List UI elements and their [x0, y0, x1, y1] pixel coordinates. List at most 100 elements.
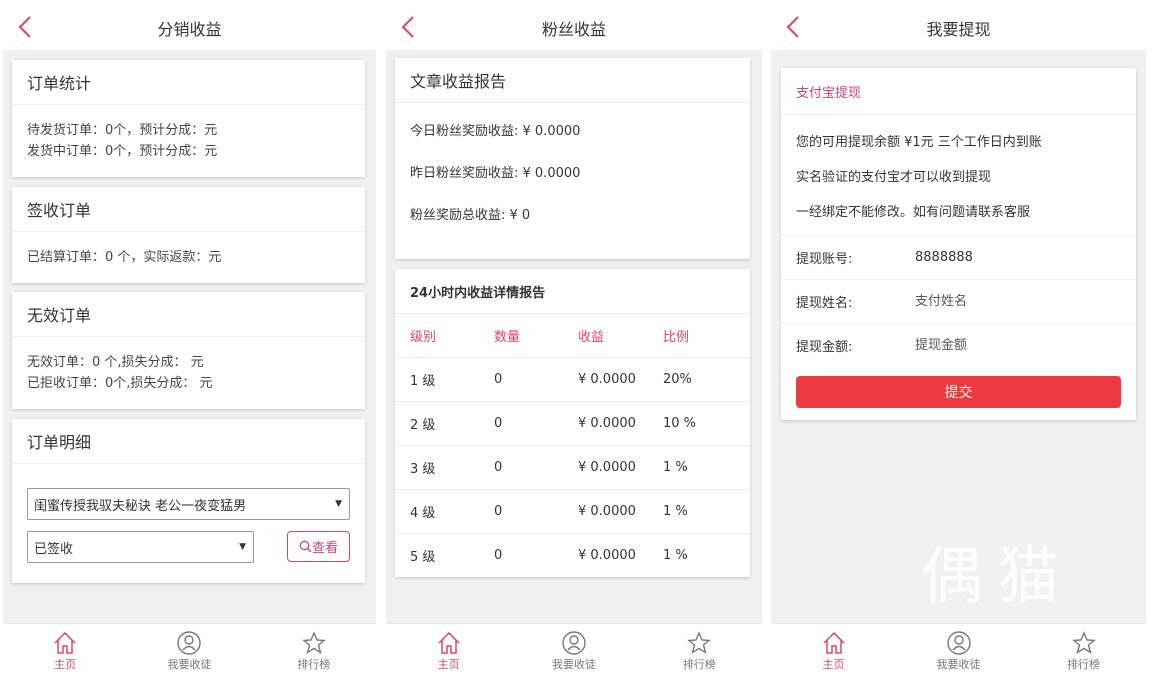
tab-home[interactable]: 主页 [386, 624, 511, 673]
col-level-header: 级别 [395, 313, 479, 358]
tab-home[interactable]: 主页 [3, 624, 127, 673]
table-row: 4 级 0 ¥ 0.0000 1 % [395, 489, 750, 534]
invalid-orders-text: 无效订单：0 个,损失分成： 元 [27, 355, 204, 370]
star-icon [687, 631, 712, 655]
article-report-card: 文章收益报告 今日粉丝奖励收益: ¥ 0.0000 昨日粉丝奖励收益: ¥ 0.… [395, 58, 750, 259]
ratio-cell: 1 % [648, 489, 750, 534]
tab-home-label: 主页 [437, 658, 460, 671]
status-select-value: 已签收 [34, 541, 74, 557]
signed-orders-title: 签收订单 [12, 187, 365, 232]
signed-orders-card: 签收订单 已结算订单：0 个，实际返款：元 [12, 187, 365, 283]
user-circle-icon [562, 631, 586, 655]
back-chevron-left-icon[interactable] [783, 15, 805, 39]
tab-bar: 主页 我要收徒 排行榜 [3, 623, 376, 673]
view-button[interactable]: 查看 [287, 531, 350, 562]
tab-ranking-label: 排行榜 [682, 658, 716, 671]
pending-orders-text: 待发货订单：0个，预计分成：元 [27, 123, 218, 138]
invalid-orders-title: 无效订单 [12, 292, 365, 337]
income-cell: ¥ 0.0000 [563, 401, 648, 446]
yesterday-income-text: 昨日粉丝奖励收益: ¥ 0.0000 [410, 166, 581, 181]
col-ratio-header: 比例 [648, 313, 750, 358]
settled-orders-text: 已结算订单：0 个，实际返款：元 [27, 250, 222, 265]
shipping-orders-text: 发货中订单：0个，预计分成：元 [27, 144, 218, 159]
order-stats-card: 订单统计 待发货订单：0个，预计分成：元 发货中订单：0个，预计分成：元 [12, 60, 365, 177]
income-cell: ¥ 0.0000 [563, 357, 648, 402]
account-row: 提现账号: 8888888 [781, 235, 1136, 279]
binding-info-text: 一经绑定不能修改。如有问题请联系客服 [796, 205, 1031, 220]
tab-disciples[interactable]: 我要收徒 [511, 624, 636, 673]
order-stats-title: 订单统计 [12, 60, 365, 105]
fans-income-screen: 粉丝收益 文章收益报告 今日粉丝奖励收益: ¥ 0.0000 昨日粉丝奖励收益:… [386, 5, 762, 673]
income-cell: ¥ 0.0000 [563, 445, 648, 490]
search-icon [299, 540, 312, 553]
account-label: 提现账号: [796, 252, 853, 267]
level-cell: 4 级 [395, 489, 479, 534]
order-stats-body: 待发货订单：0个，预计分成：元 发货中订单：0个，预计分成：元 [12, 105, 365, 162]
count-cell: 0 [479, 489, 563, 534]
tab-home-label: 主页 [822, 658, 845, 671]
table-row: 1 级 0 ¥ 0.0000 20% [395, 357, 750, 402]
home-icon [822, 631, 845, 654]
invalid-orders-card: 无效订单 无效订单：0 个,损失分成： 元 已拒收订单：0个,损失分成： 元 [12, 292, 365, 409]
table-header-row: 级别 数量 收益 比例 [395, 313, 750, 358]
status-select[interactable]: 已签收 ▼ [27, 531, 254, 563]
distribution-screen: 分销收益 订单统计 待发货订单：0个，预计分成：元 发货中订单：0个，预计分成：… [3, 5, 376, 673]
withdraw-screen: 我要提现 支付宝提现 您的可用提现余额 ¥1元 三个工作日内到账 实名验证的支付… [771, 5, 1146, 673]
user-circle-icon [946, 631, 971, 655]
ratio-cell: 10 % [648, 401, 750, 446]
table-row: 2 级 0 ¥ 0.0000 10 % [395, 401, 750, 446]
count-cell: 0 [479, 533, 563, 578]
detail-report-card: 24小时内收益详情报告 级别 数量 收益 比例 1 级 0 ¥ 0.0000 2… [395, 269, 750, 578]
amount-input[interactable] [915, 338, 1095, 353]
account-value: 8888888 [915, 250, 973, 265]
name-row: 提现姓名: [781, 279, 1136, 323]
total-income-text: 粉丝奖励总收益: ¥ 0 [410, 208, 531, 223]
product-select-value: 闺蜜传授我驭夫秘诀 老公一夜变猛男 [34, 498, 247, 514]
tab-disciples[interactable]: 我要收徒 [127, 624, 251, 673]
table-row: 3 级 0 ¥ 0.0000 1 % [395, 445, 750, 490]
home-icon [438, 631, 460, 654]
back-chevron-left-icon[interactable] [398, 15, 420, 39]
top-bar: 分销收益 [3, 5, 376, 50]
name-input[interactable] [915, 294, 1095, 309]
ratio-cell: 1 % [648, 445, 750, 490]
page-title: 我要提现 [926, 19, 991, 39]
tab-ranking[interactable]: 排行榜 [252, 624, 376, 673]
balance-info-text: 您的可用提现余额 ¥1元 三个工作日内到账 [796, 135, 1042, 150]
count-cell: 0 [479, 401, 563, 446]
level-cell: 2 级 [395, 401, 479, 446]
level-cell: 5 级 [395, 533, 479, 578]
tab-disciples[interactable]: 我要收徒 [896, 624, 1021, 673]
product-select[interactable]: 闺蜜传授我驭夫秘诀 老公一夜变猛男 ▼ [27, 488, 350, 520]
home-icon [54, 631, 76, 654]
col-income-header: 收益 [563, 313, 648, 358]
count-cell: 0 [479, 357, 563, 402]
submit-button[interactable]: 提交 [796, 376, 1121, 408]
watermark-text: 偶猫 [921, 539, 1074, 612]
ratio-cell: 20% [648, 357, 750, 402]
name-label: 提现姓名: [796, 296, 853, 311]
table-row: 5 级 0 ¥ 0.0000 1 % [395, 533, 750, 578]
withdraw-card: 支付宝提现 您的可用提现余额 ¥1元 三个工作日内到账 实名验证的支付宝才可以收… [781, 68, 1136, 420]
tab-home[interactable]: 主页 [771, 624, 896, 673]
tab-home-label: 主页 [54, 658, 77, 671]
income-cell: ¥ 0.0000 [563, 489, 648, 534]
rejected-orders-text: 已拒收订单：0个,损失分成： 元 [27, 376, 213, 391]
alipay-section-title: 支付宝提现 [781, 68, 1136, 115]
tab-ranking[interactable]: 排行榜 [1021, 624, 1146, 673]
tab-ranking-label: 排行榜 [297, 658, 331, 671]
income-cell: ¥ 0.0000 [563, 533, 648, 578]
income-table: 级别 数量 收益 比例 1 级 0 ¥ 0.0000 20% 2 级 0 ¥ 0… [395, 313, 750, 578]
top-bar: 我要提现 [771, 5, 1146, 50]
col-count-header: 数量 [479, 313, 563, 358]
order-detail-title: 订单明细 [12, 419, 365, 464]
user-circle-icon [177, 631, 202, 655]
tab-ranking-label: 排行榜 [1067, 658, 1100, 671]
tab-disciples-label: 我要收徒 [167, 658, 212, 671]
back-chevron-left-icon[interactable] [15, 15, 37, 39]
page-title: 粉丝收益 [541, 19, 606, 39]
detail-report-title: 24小时内收益详情报告 [410, 285, 546, 301]
top-bar: 粉丝收益 [386, 5, 762, 50]
order-detail-card: 订单明细 闺蜜传授我驭夫秘诀 老公一夜变猛男 ▼ 已签收 ▼ 查看 [12, 419, 365, 583]
tab-ranking[interactable]: 排行榜 [637, 624, 762, 673]
